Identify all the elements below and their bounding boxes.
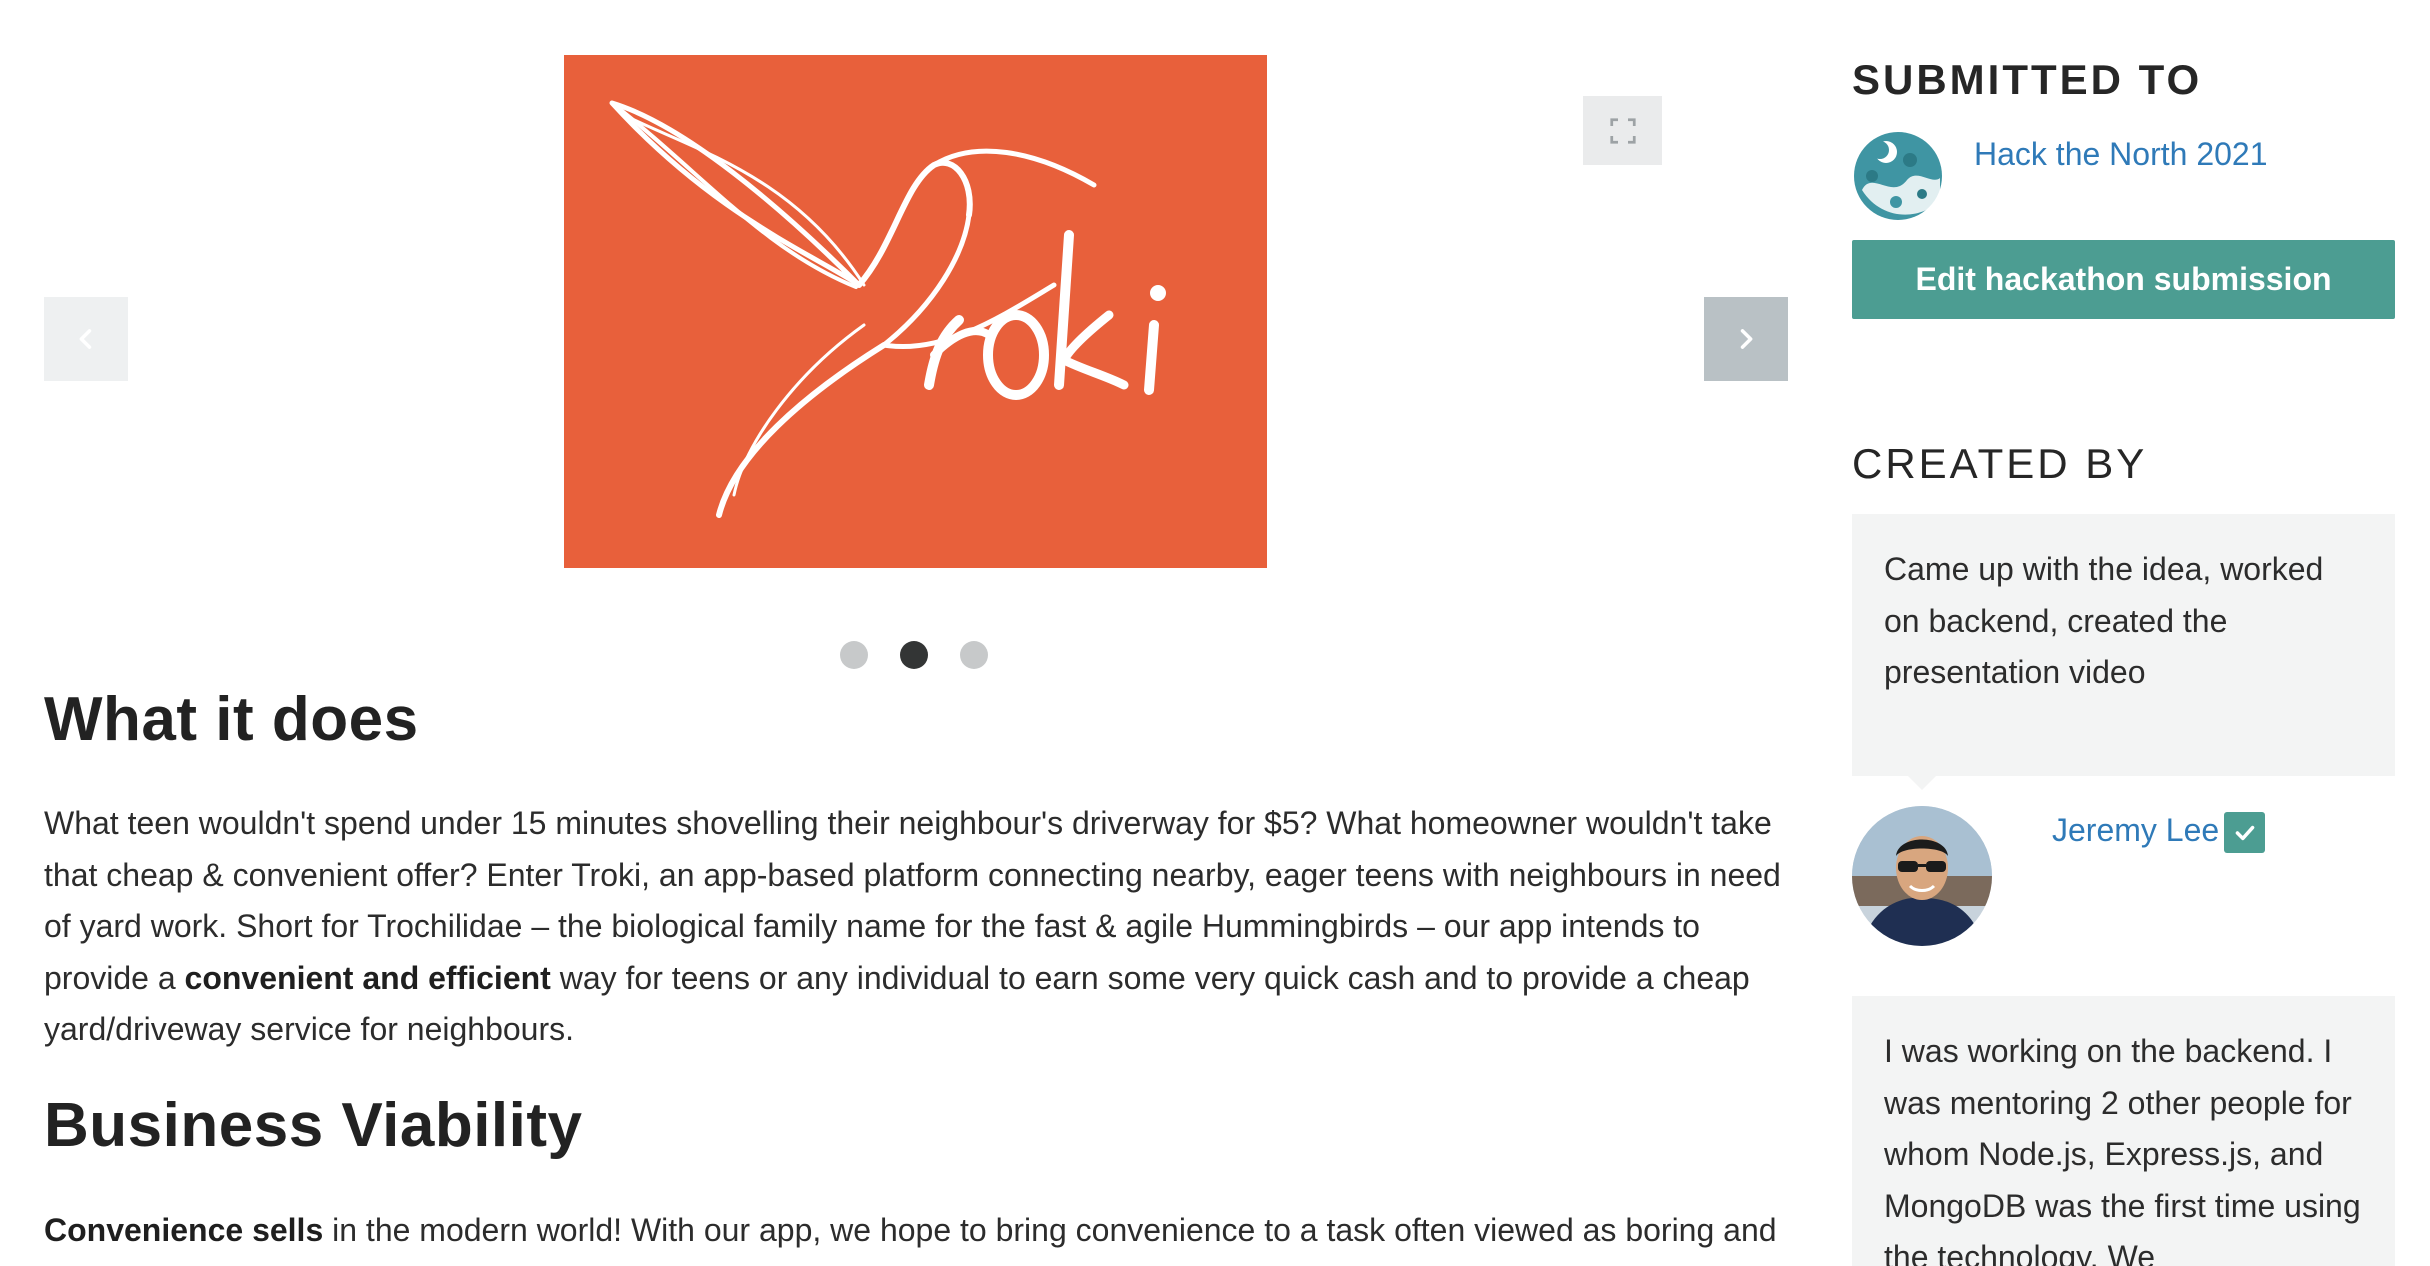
heading-business-viability: Business Viability [44, 1091, 583, 1160]
chevron-left-icon [79, 329, 92, 349]
heading-what-it-does: What it does [44, 685, 419, 754]
project-sidebar: SUBMITTED TO Hack the North 2021 Edit ha… [1852, 0, 2397, 1266]
member-1-contribution: Came up with the idea, worked on backend… [1852, 514, 2395, 790]
created-by-title: CREATED BY [1852, 440, 2148, 487]
image-gallery [0, 0, 1800, 680]
verified-badge [2224, 812, 2265, 853]
paragraph-text: in the modern world! With our app, we ho… [323, 1212, 1777, 1248]
paragraph-what-it-does: What teen wouldn't spend under 15 minute… [44, 798, 1804, 1056]
edit-hackathon-submission-button[interactable]: Edit hackathon submission [1852, 240, 2395, 319]
member-2-contribution: I was working on the backend. I was ment… [1852, 996, 2395, 1266]
member-1-avatar[interactable] [1852, 806, 1992, 946]
paragraph-bold-text: convenient and efficient [184, 959, 551, 996]
chevron-right-icon [1740, 329, 1753, 349]
gallery-next-button[interactable] [1704, 297, 1788, 381]
paragraph-bold-text: Convenience sells [44, 1212, 324, 1248]
gallery-dot-2[interactable] [900, 641, 928, 669]
hackathon-logo-icon [1854, 132, 1942, 220]
hackathon-logo[interactable] [1852, 130, 1944, 222]
paragraph-business-viability: Convenience sells in the modern world! W… [44, 1205, 1804, 1257]
checkmark-icon [2235, 825, 2254, 840]
fullscreen-button[interactable] [1583, 96, 1662, 165]
hackathon-link[interactable]: Hack the North 2021 [1974, 136, 2268, 173]
fullscreen-icon [1609, 117, 1636, 144]
gallery-dots [840, 641, 988, 669]
troki-logo [564, 55, 1267, 568]
avatar-photo [1852, 806, 1992, 946]
troki-logo-image [564, 55, 1267, 568]
gallery-dot-1[interactable] [840, 641, 868, 669]
gallery-dot-3[interactable] [960, 641, 988, 669]
member-1-name-link[interactable]: Jeremy Lee [2052, 812, 2219, 849]
submitted-to-title: SUBMITTED TO [1852, 56, 2203, 103]
gallery-prev-button[interactable] [44, 297, 128, 381]
project-page: What it does What teen wouldn't spend un… [0, 0, 2430, 1266]
